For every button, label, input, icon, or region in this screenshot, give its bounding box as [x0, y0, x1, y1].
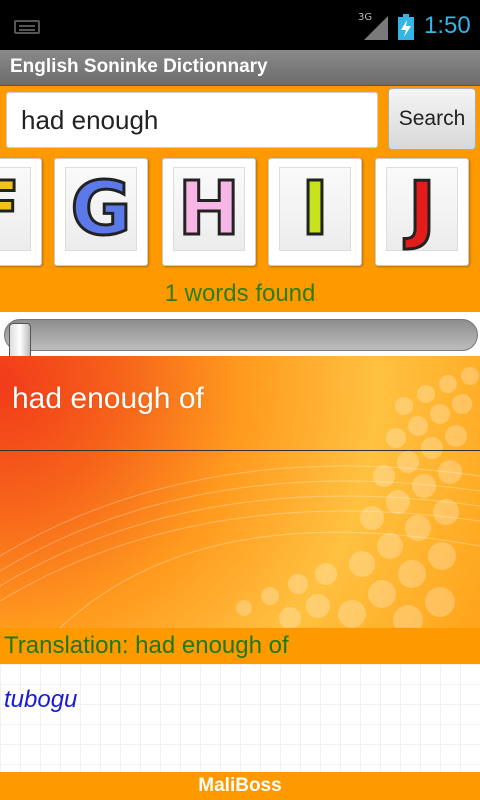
search-input[interactable]: had enough — [6, 92, 378, 148]
letter-strip[interactable]: F G H I J — [0, 156, 480, 268]
letter-tile-g[interactable]: G — [54, 158, 148, 266]
translation-label: Translation: had enough of — [0, 628, 480, 664]
letter-tile-h[interactable]: H — [162, 158, 256, 266]
letter-tile-j[interactable]: J — [375, 158, 469, 266]
action-bar: English Soninke Dictionnary — [0, 50, 480, 86]
letter-char: I — [300, 166, 330, 252]
main-content: had enough Search F G H I J 1 words foun… — [0, 86, 480, 800]
letter-tile-inner: J — [386, 167, 458, 251]
footer-brand: MaliBoss — [0, 772, 480, 800]
signal-icon — [364, 16, 388, 40]
result-list: had enough of — [0, 356, 480, 628]
letter-tile-f[interactable]: F — [0, 158, 42, 266]
letter-char: G — [69, 166, 133, 252]
battery-charging-icon — [398, 14, 414, 40]
letter-tile-inner: I — [279, 167, 351, 251]
translation-text: tubogu — [4, 686, 78, 713]
clock: 1:50 — [424, 12, 471, 39]
words-found-count: 1 words found — [164, 280, 316, 307]
keyboard-icon — [14, 20, 40, 34]
letter-char: F — [0, 171, 22, 248]
app-title: English Soninke Dictionnary — [10, 56, 268, 77]
letter-tile-inner: G — [65, 167, 137, 251]
list-divider — [0, 450, 480, 451]
results-slider[interactable] — [4, 319, 478, 361]
letter-tile-i[interactable]: I — [268, 158, 362, 266]
letter-char: H — [177, 166, 242, 252]
letter-tile-inner: H — [173, 167, 245, 251]
translation-box: tubogu — [0, 664, 480, 772]
status-bar: 3G 1:50 — [0, 0, 480, 50]
results-slider-band — [0, 312, 480, 361]
search-button[interactable]: Search — [388, 88, 476, 150]
letter-tile-inner: F — [0, 167, 31, 251]
letter-char: J — [407, 166, 437, 252]
result-item[interactable]: had enough of — [12, 382, 204, 416]
